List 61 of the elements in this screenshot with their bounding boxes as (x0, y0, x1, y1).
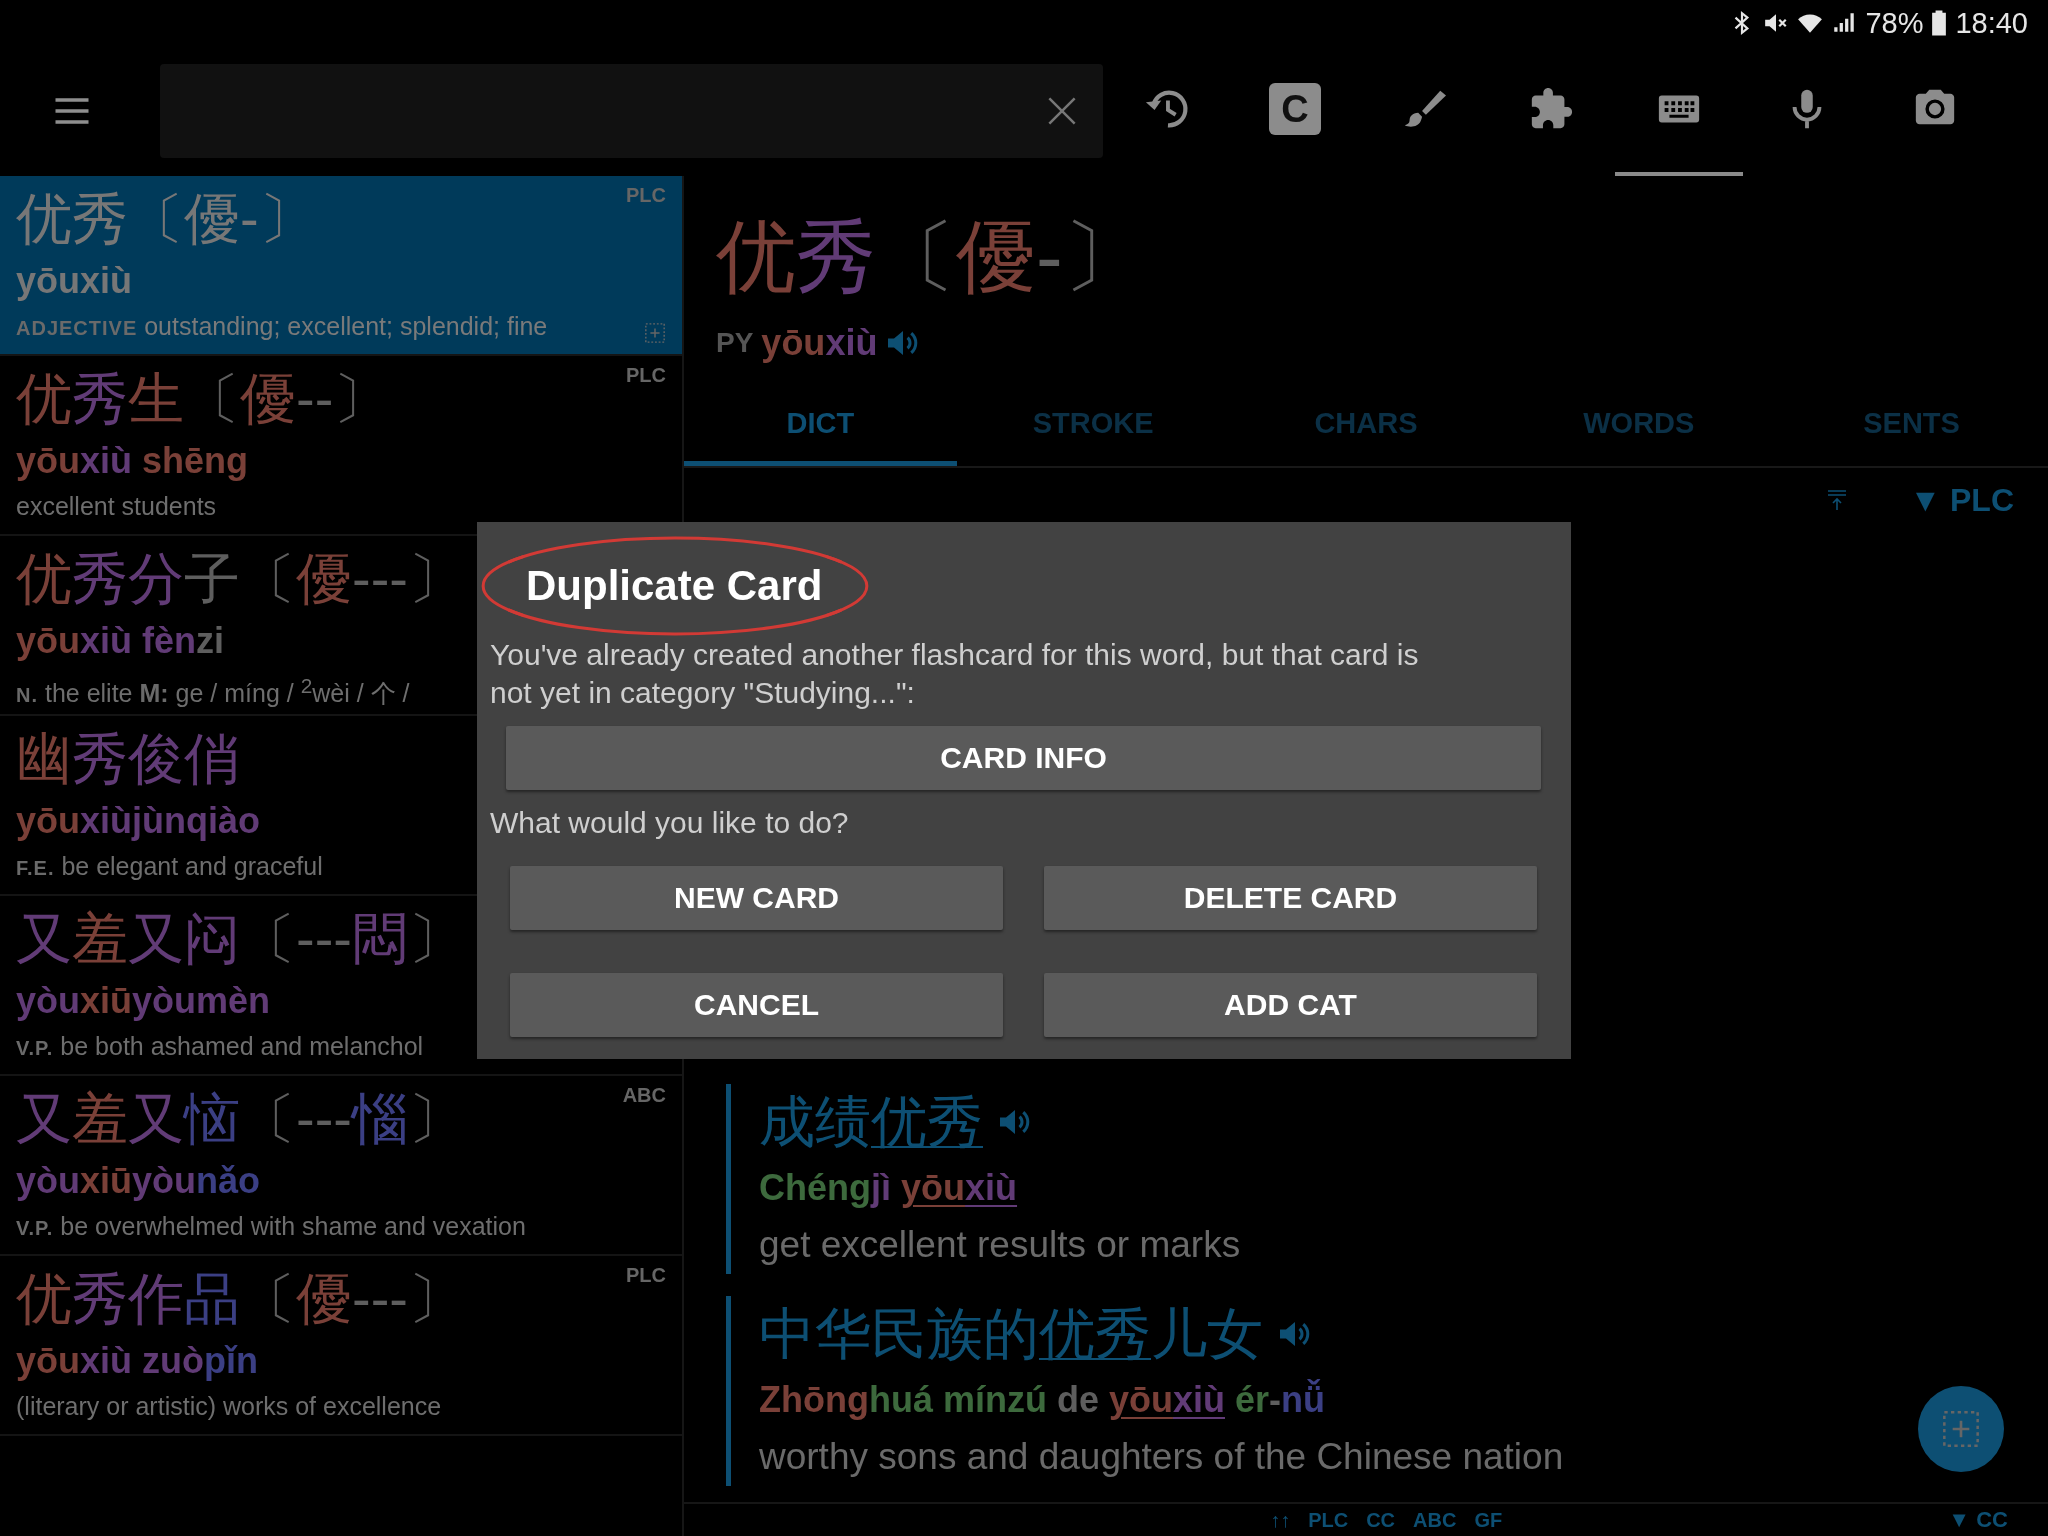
dialog-button[interactable]: CANCEL (510, 973, 1003, 1037)
pinyin: yòuxiūyòumèn (16, 979, 271, 1023)
battery-icon (1931, 9, 1948, 37)
translation: get excellent results or marks (759, 1223, 1241, 1267)
source-tag: PLC (626, 364, 666, 387)
source-filter[interactable]: ▼ CC (1948, 1507, 2008, 1533)
tab[interactable]: WORDS (1502, 386, 1776, 466)
dialog-button[interactable]: NEW CARD (510, 866, 1003, 930)
source-filter[interactable]: ▼ PLC (1909, 481, 2014, 519)
headword: 优秀〔優-〕 (16, 186, 315, 252)
battery-level: 78% (1865, 6, 1924, 40)
source-tag: PLC (626, 1264, 666, 1287)
source-tag: ABC (622, 1084, 666, 1107)
pinyin: yōuxiù (761, 322, 878, 364)
definition: V.P. be both ashamed and melanchol (16, 1031, 424, 1062)
pinyin: yōuxiù zuòpǐn (16, 1339, 258, 1383)
pinyin: yōuxiù shēng (16, 439, 249, 483)
pinyin: yōuxiù fènzi (16, 619, 225, 663)
pinyin: Zhōnghuá mínzú de yōuxiù ér-nǚ (759, 1378, 1327, 1422)
source-link[interactable]: ABC (1413, 1508, 1457, 1532)
source-link[interactable]: ↑↑ (1270, 1508, 1291, 1532)
pinyin: yōuxiùjùnqiào (16, 799, 260, 843)
headword: 又羞又恼〔---惱〕 (16, 1086, 464, 1152)
pinyin-label: PY (716, 327, 754, 359)
result-item[interactable]: 优秀〔優-〕 yōuxiù ADJECTIVE outstanding; excellent; splendid; fine PLC (0, 176, 682, 356)
definition: V.P. be overwhelmed with shame and vexation (16, 1211, 526, 1242)
pinyin: Chéngjì yōuxiù (759, 1166, 1019, 1210)
headword: 优秀生〔優--〕 (16, 366, 390, 432)
definition: (literary or artistic) works of excellence (16, 1391, 442, 1422)
example-sentence: 中华民族的优秀儿女 (759, 1301, 1263, 1367)
example-sentence: 成绩优秀 (759, 1089, 983, 1155)
dialog-button[interactable]: ADD CAT (1044, 973, 1537, 1037)
translation: worthy sons and daughters of the Chinese nation (759, 1435, 1564, 1479)
headword: 优秀分子〔優---〕 (16, 546, 464, 612)
tab[interactable]: STROKE (956, 386, 1230, 466)
headword: 优秀〔優-〕 (716, 211, 1144, 303)
clock: 18:40 (1955, 6, 2028, 40)
add-card-icon (1941, 1409, 1981, 1449)
result-item[interactable]: 优秀作品〔優---〕 yōuxiù zuòpǐn (literary or artistic) works of excellence PLC (0, 1256, 682, 1436)
headword: 优秀作品〔優---〕 (16, 1266, 464, 1332)
source-link[interactable]: CC (1366, 1508, 1396, 1532)
definition: N. the elite M: ge / míng / $^{2}$wèi / 个 / (16, 673, 410, 710)
headword: 又羞又闷〔---悶〕 (16, 906, 464, 972)
result-item[interactable]: 又羞又恼〔---惱〕 yòuxiūyòunǎo V.P. be overwhelmed with shame and vexation ABC (0, 1076, 682, 1256)
c-button[interactable]: C (1269, 83, 1321, 135)
tab[interactable]: CHARS (1229, 386, 1503, 466)
tab[interactable]: SENTS (1775, 386, 2048, 466)
search-field[interactable] (160, 64, 1103, 158)
pinyin: yòuxiūyòunǎo (16, 1159, 261, 1203)
definition: excellent students (16, 491, 217, 522)
source-link[interactable]: PLC (1308, 1508, 1349, 1532)
definition: F.E. be elegant and graceful (16, 851, 323, 882)
tab[interactable]: DICT (684, 386, 957, 466)
dialog-button[interactable]: DELETE CARD (1044, 866, 1537, 930)
source-tag: PLC (626, 184, 666, 207)
source-link[interactable]: GF (1474, 1508, 1503, 1532)
card-info-button[interactable]: CARD INFO (506, 726, 1541, 790)
pinyin: yōuxiù (16, 259, 132, 303)
add-card-icon[interactable] (644, 322, 666, 344)
definition: ADJECTIVE outstanding; excellent; splendid; fine (16, 311, 548, 342)
headword: 幽秀俊俏 (16, 726, 240, 792)
